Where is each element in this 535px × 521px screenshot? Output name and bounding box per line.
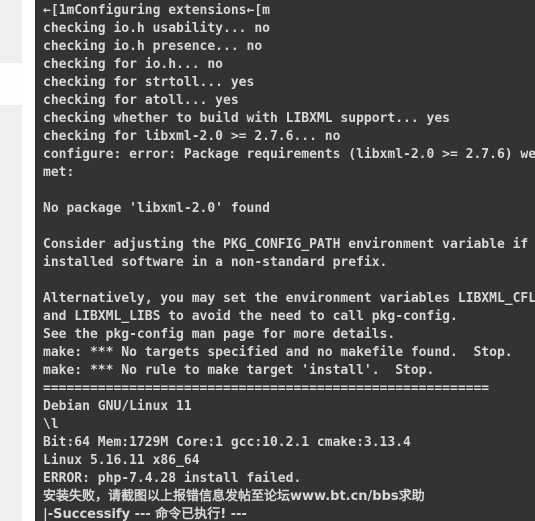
terminal-line: Consider adjusting the PKG_CONFIG_PATH e… (43, 237, 535, 252)
terminal-line: checking io.h usability... no (43, 21, 270, 36)
terminal-line: make: *** No targets specified and no ma… (43, 345, 513, 360)
terminal-line-list: ←[1mConfiguring extensions←[m checking io… (43, 2, 535, 521)
terminal-line: configure: error: Package requirements (… (43, 147, 535, 162)
terminal-line: \l (43, 417, 59, 432)
sidebar-rail-bottom (0, 105, 22, 521)
terminal-line: ←[1mConfiguring extensions←[m (43, 3, 270, 18)
terminal-line: No package 'libxml-2.0' found (43, 201, 270, 216)
terminal-line: 安装失败，请截图以上报错信息发帖至论坛www.bt.cn/bbs求助 (43, 489, 425, 504)
page-gutter (22, 0, 35, 521)
terminal-line: checking for io.h... no (43, 57, 224, 72)
terminal-line: make: *** No rule to make target 'instal… (43, 363, 435, 378)
terminal-line: |-Successify --- 命令已执行! --- (43, 507, 247, 521)
sidebar-rail-top (0, 0, 22, 63)
terminal-line: checking io.h presence... no (43, 39, 263, 54)
terminal-line: checking for atoll... yes (43, 93, 239, 108)
screenshot-root: ←[1mConfiguring extensions←[m checking io… (0, 0, 535, 521)
terminal-line: ERROR: php-7.4.28 install failed. (43, 471, 302, 486)
terminal-line: checking whether to build with LIBXML su… (43, 111, 450, 126)
terminal-output-panel[interactable]: ←[1mConfiguring extensions←[m checking io… (35, 0, 535, 521)
terminal-line: See the pkg-config man page for more det… (43, 327, 396, 342)
sidebar-rail-gap (0, 63, 22, 105)
terminal-line: met: (43, 165, 75, 180)
terminal-line: Linux 5.16.11 x86_64 (43, 453, 200, 468)
terminal-line: Bit:64 Mem:1729M Core:1 gcc:10.2.1 cmake… (43, 435, 411, 450)
terminal-line: Debian GNU/Linux 11 (43, 399, 192, 414)
terminal-line: Alternatively, you may set the environme… (43, 291, 535, 306)
terminal-line: checking for libxml-2.0 >= 2.7.6... no (43, 129, 341, 144)
page-left-chrome (0, 0, 35, 521)
terminal-line: installed software in a non-standard pre… (43, 255, 388, 270)
terminal-line: checking for strtoll... yes (43, 75, 255, 90)
terminal-line: and LIBXML_LIBS to avoid the need to cal… (43, 309, 458, 324)
terminal-line: ========================================… (43, 381, 490, 396)
